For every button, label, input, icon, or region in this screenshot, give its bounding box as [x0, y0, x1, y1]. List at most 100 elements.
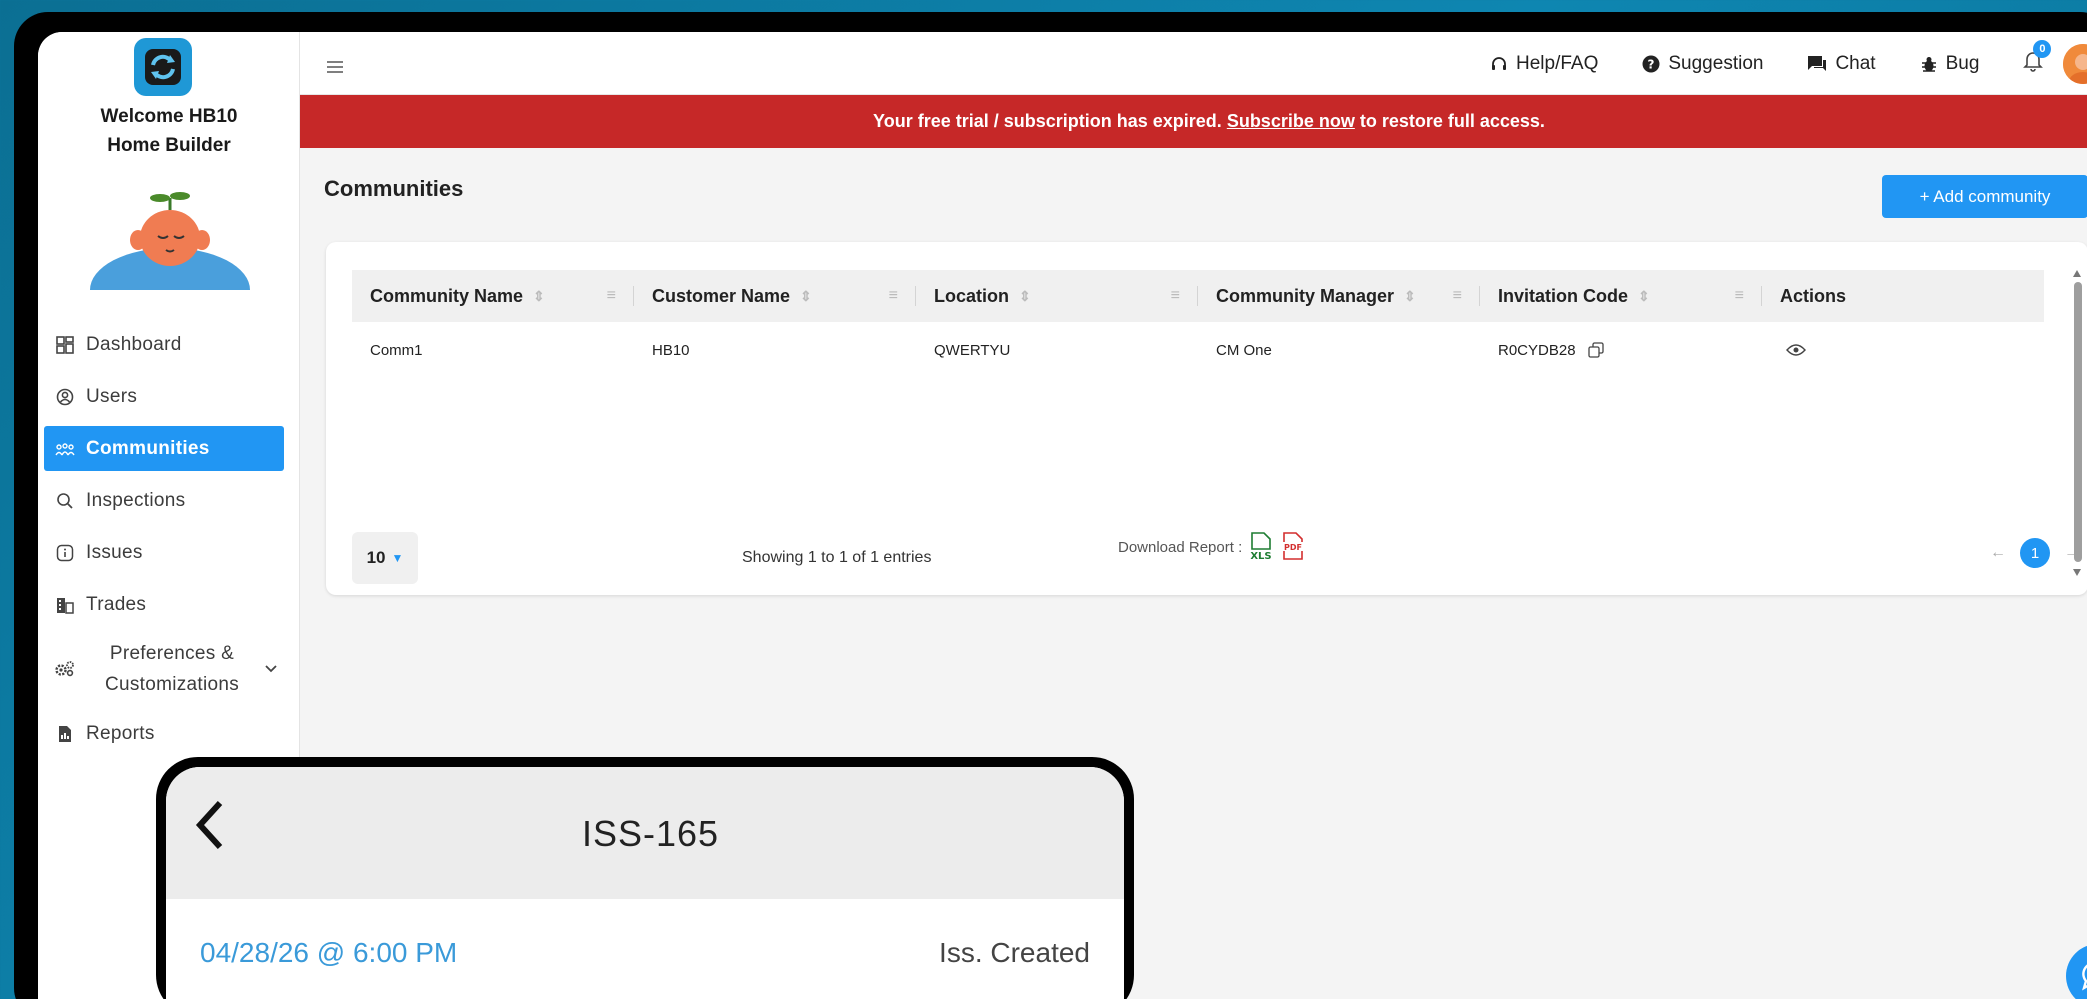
sort-icon[interactable]: ⇕	[1404, 288, 1416, 305]
scrollbar-thumb[interactable]	[2074, 282, 2082, 562]
column-label: Community Manager	[1216, 285, 1395, 306]
sidebar-item-users[interactable]: Users	[44, 374, 284, 419]
column-header-location[interactable]: Location ⇕ ≡	[916, 270, 1198, 322]
cell-invitation-code: R0CYDB28	[1480, 342, 1762, 359]
prev-page-icon[interactable]: ←	[1990, 544, 2006, 562]
banner-text-prefix: Your free trial / subscription has expir…	[873, 111, 1222, 131]
sort-icon[interactable]: ⇕	[800, 288, 812, 305]
suggestion-label: Suggestion	[1668, 52, 1764, 74]
bug-label: Bug	[1945, 52, 1980, 74]
view-eye-icon[interactable]	[1786, 343, 1806, 357]
issue-id-title: ISS-165	[582, 813, 720, 854]
sort-icon[interactable]: ⇕	[1019, 288, 1031, 305]
sidebar-item-label: Preferences & Customizations	[104, 643, 240, 695]
app-logo[interactable]	[134, 38, 192, 96]
bug-icon	[1920, 55, 1938, 73]
filter-icon[interactable]: ≡	[607, 287, 616, 305]
column-label: Actions	[1780, 285, 1847, 306]
help-faq-link[interactable]: Help/FAQ	[1490, 53, 1598, 75]
add-community-button[interactable]: + Add community	[1882, 175, 2087, 218]
sidebar-item-label: Communities	[86, 437, 210, 459]
search-icon	[54, 490, 76, 512]
chat-label: Chat	[1835, 52, 1876, 74]
table-header: Community Name ⇕ ≡ Customer Name ⇕ ≡ Loc…	[352, 270, 2044, 322]
table-row[interactable]: Comm1 HB10 QWERTYU CM One R0CYDB28	[352, 330, 2044, 370]
column-header-community-name[interactable]: Community Name ⇕ ≡	[352, 270, 634, 322]
download-report: Download Report : XLS PDF	[1118, 532, 1306, 562]
sidebar-item-label: Dashboard	[86, 333, 182, 355]
mobile-issue-screen: ISS-165 04/28/26 @ 6:00 PM Iss. Created	[166, 767, 1124, 999]
sidebar-item-label: Reports	[86, 722, 155, 744]
filter-icon[interactable]: ≡	[1171, 287, 1180, 305]
headset-icon	[1490, 55, 1508, 73]
filter-icon[interactable]: ≡	[1453, 287, 1462, 305]
issue-status: Iss. Created	[939, 937, 1090, 968]
copy-icon[interactable]	[1587, 342, 1604, 358]
page-number-current[interactable]: 1	[2020, 538, 2050, 568]
report-icon	[54, 723, 76, 745]
sidebar-item-label: Trades	[86, 593, 147, 615]
table-scrollbar[interactable]	[2072, 268, 2082, 578]
notification-bell[interactable]: 0	[2023, 40, 2052, 77]
welcome-line-1: Welcome HB10	[100, 106, 238, 127]
sidebar-item-preferences[interactable]: Preferences & Customizations	[44, 634, 284, 704]
chat-icon	[1807, 55, 1827, 73]
gears-icon	[54, 658, 76, 680]
sort-icon[interactable]: ⇕	[1638, 288, 1650, 305]
dashboard-icon	[54, 334, 76, 356]
sidebar-item-label: Inspections	[86, 489, 186, 511]
column-header-customer-name[interactable]: Customer Name ⇕ ≡	[634, 270, 916, 322]
column-label: Community Name	[370, 285, 524, 306]
notification-badge: 0	[2033, 40, 2052, 58]
communities-table-card: Community Name ⇕ ≡ Customer Name ⇕ ≡ Loc…	[326, 242, 2087, 595]
column-header-community-manager[interactable]: Community Manager ⇕ ≡	[1198, 270, 1480, 322]
column-header-invitation-code[interactable]: Invitation Code ⇕ ≡	[1480, 270, 1762, 322]
sort-icon[interactable]: ⇕	[533, 288, 545, 305]
sidebar-item-trades[interactable]: Trades	[44, 582, 284, 627]
back-chevron-icon[interactable]	[192, 797, 226, 863]
cell-customer-name: HB10	[652, 341, 690, 359]
page-size-select[interactable]: 10 ▼	[352, 532, 418, 584]
top-links: Help/FAQ ? Suggestion Chat Bug 0	[1490, 32, 2087, 95]
sidebar-item-inspections[interactable]: Inspections	[44, 478, 284, 523]
bug-link[interactable]: Bug	[1920, 52, 1980, 75]
caret-down-icon: ▼	[391, 551, 404, 565]
page-size-value: 10	[366, 548, 386, 567]
issue-timestamp: 04/28/26 @ 6:00 PM	[200, 937, 458, 968]
user-avatar[interactable]	[2063, 43, 2087, 84]
svg-text:PDF: PDF	[1284, 543, 1302, 552]
subscribe-now-link[interactable]: Subscribe now	[1227, 111, 1355, 132]
cell-community-name: Comm1	[370, 341, 423, 359]
pdf-file-icon[interactable]: PDF	[1280, 532, 1306, 562]
welcome-text: Welcome HB10 Home Builder	[38, 102, 300, 160]
filter-icon[interactable]: ≡	[889, 287, 898, 305]
sidebar-item-label: Issues	[86, 541, 143, 563]
entries-info: Showing 1 to 1 of 1 entries	[742, 549, 932, 566]
column-label: Location	[934, 285, 1009, 306]
subscription-expired-banner: Your free trial / subscription has expir…	[300, 95, 2087, 148]
community-icon	[54, 438, 76, 460]
user-icon	[54, 386, 76, 408]
menu-icon[interactable]	[326, 54, 344, 80]
building-icon	[54, 594, 76, 616]
sidebar-nav: Dashboard Users Communities Inspections …	[38, 322, 300, 763]
welcome-line-2: Home Builder	[107, 135, 231, 156]
svg-text:XLS: XLS	[1251, 551, 1272, 562]
svg-text:?: ?	[1648, 57, 1655, 71]
filter-icon[interactable]: ≡	[1735, 287, 1744, 305]
sidebar-item-dashboard[interactable]: Dashboard	[44, 322, 284, 367]
sidebar-item-issues[interactable]: Issues	[44, 530, 284, 575]
suggestion-link[interactable]: ? Suggestion	[1642, 53, 1763, 75]
chat-bubble-button[interactable]	[2066, 944, 2087, 999]
logo-icon	[145, 49, 181, 85]
column-header-actions: Actions	[1762, 270, 2044, 322]
sidebar-item-reports[interactable]: Reports	[44, 711, 284, 756]
cell-actions	[1762, 343, 2044, 357]
chat-link[interactable]: Chat	[1807, 52, 1876, 75]
question-icon: ?	[1642, 55, 1660, 73]
download-label: Download Report :	[1118, 538, 1243, 556]
mobile-preview-frame: ISS-165 04/28/26 @ 6:00 PM Iss. Created	[156, 757, 1134, 999]
sidebar-item-communities[interactable]: Communities	[44, 426, 284, 471]
xls-file-icon[interactable]: XLS	[1248, 532, 1274, 562]
profile-illustration	[80, 180, 260, 332]
